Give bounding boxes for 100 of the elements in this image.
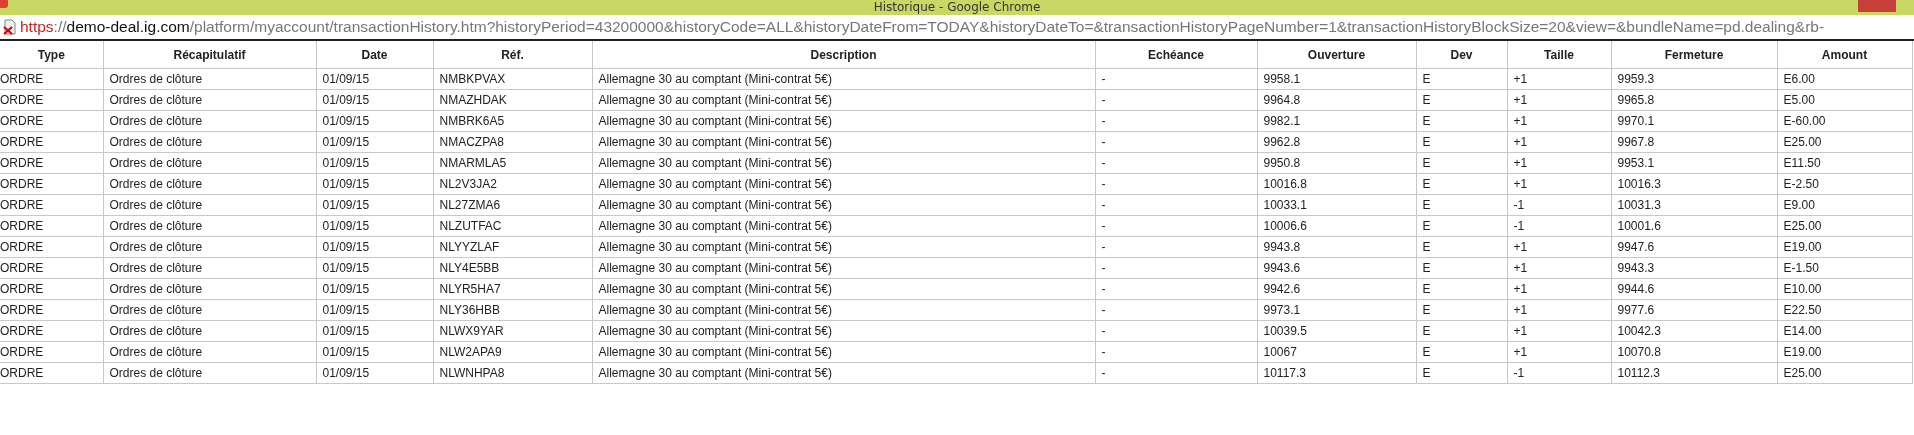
table-cell: NLYYZLAF: [433, 236, 592, 258]
table-cell: +1: [1507, 131, 1611, 153]
table-cell: E: [1416, 173, 1507, 195]
table-cell: E: [1416, 320, 1507, 342]
table-cell: E: [1416, 110, 1507, 132]
table-cell: Ordres de clôture: [103, 362, 316, 384]
table-cell: ORDRE: [0, 320, 103, 342]
column-header: Ouverture: [1257, 41, 1416, 69]
table-cell: +1: [1507, 278, 1611, 300]
table-cell: E-60.00: [1777, 110, 1912, 132]
table-cell: Ordres de clôture: [103, 299, 316, 321]
table-cell: 01/09/15: [316, 278, 433, 300]
table-cell: E: [1416, 257, 1507, 279]
table-cell: E: [1416, 68, 1507, 90]
table-cell: -: [1095, 194, 1257, 216]
table-cell: NMACZPA8: [433, 131, 592, 153]
table-cell: +1: [1507, 152, 1611, 174]
table-cell: Allemagne 30 au comptant (Mini-contrat 5€): [592, 236, 1095, 258]
table-cell: 10067: [1257, 341, 1416, 363]
table-cell: +1: [1507, 89, 1611, 111]
table-cell: Allemagne 30 au comptant (Mini-contrat 5€): [592, 320, 1095, 342]
table-cell: NL2V3JA2: [433, 173, 592, 195]
column-header: Taille: [1507, 41, 1611, 69]
table-cell: E: [1416, 341, 1507, 363]
table-cell: 01/09/15: [316, 299, 433, 321]
table-cell: 01/09/15: [316, 320, 433, 342]
app-icon: [0, 0, 8, 8]
table-cell: ORDRE: [0, 341, 103, 363]
table-cell: ORDRE: [0, 257, 103, 279]
table-cell: -: [1095, 257, 1257, 279]
table-cell: E: [1416, 131, 1507, 153]
table-cell: +1: [1507, 299, 1611, 321]
table-cell: -: [1095, 362, 1257, 384]
table-cell: NLYR5HA7: [433, 278, 592, 300]
table-cell: 9970.1: [1611, 110, 1777, 132]
table-cell: NLZUTFAC: [433, 215, 592, 237]
table-cell: 10001.6: [1611, 215, 1777, 237]
table-cell: E25.00: [1777, 215, 1912, 237]
table-cell: 9982.1: [1257, 110, 1416, 132]
table-cell: 9950.8: [1257, 152, 1416, 174]
column-header: Type: [0, 41, 103, 69]
table-cell: Allemagne 30 au comptant (Mini-contrat 5€): [592, 89, 1095, 111]
table-cell: Ordres de clôture: [103, 257, 316, 279]
table-cell: -: [1095, 278, 1257, 300]
table-cell: E: [1416, 89, 1507, 111]
table-cell: E: [1416, 362, 1507, 384]
column-header: Amount: [1777, 41, 1912, 69]
table-cell: 01/09/15: [316, 341, 433, 363]
table-cell: -: [1095, 131, 1257, 153]
table-cell: 9943.8: [1257, 236, 1416, 258]
table-cell: Allemagne 30 au comptant (Mini-contrat 5€): [592, 173, 1095, 195]
table-cell: 9977.6: [1611, 299, 1777, 321]
table-cell: E-1.50: [1777, 257, 1912, 279]
table-cell: 10033.1: [1257, 194, 1416, 216]
table-cell: Allemagne 30 au comptant (Mini-contrat 5€): [592, 131, 1095, 153]
table-cell: +1: [1507, 236, 1611, 258]
table-cell: E-2.50: [1777, 173, 1912, 195]
table-cell: NLY36HBB: [433, 299, 592, 321]
table-cell: Ordres de clôture: [103, 173, 316, 195]
column-header: Récapitulatif: [103, 41, 316, 69]
table-cell: Ordres de clôture: [103, 131, 316, 153]
table-cell: Ordres de clôture: [103, 320, 316, 342]
table-cell: ORDRE: [0, 362, 103, 384]
table-cell: -: [1095, 68, 1257, 90]
table-cell: 01/09/15: [316, 68, 433, 90]
table-cell: E6.00: [1777, 68, 1912, 90]
table-cell: Allemagne 30 au comptant (Mini-contrat 5€): [592, 194, 1095, 216]
table-cell: NLWX9YAR: [433, 320, 592, 342]
table-cell: 10016.8: [1257, 173, 1416, 195]
table-cell: 9965.8: [1611, 89, 1777, 111]
table-cell: 01/09/15: [316, 173, 433, 195]
table-cell: +1: [1507, 68, 1611, 90]
table-cell: 9973.1: [1257, 299, 1416, 321]
table-cell: 9942.6: [1257, 278, 1416, 300]
table-cell: ORDRE: [0, 278, 103, 300]
table-cell: Ordres de clôture: [103, 215, 316, 237]
table-cell: ORDRE: [0, 215, 103, 237]
table-cell: ORDRE: [0, 194, 103, 216]
table-cell: ORDRE: [0, 110, 103, 132]
table-cell: NLW2APA9: [433, 341, 592, 363]
table-cell: 10006.6: [1257, 215, 1416, 237]
window-title: Historique - Google Chrome: [873, 0, 1041, 15]
table-cell: ORDRE: [0, 89, 103, 111]
table-cell: 10039.5: [1257, 320, 1416, 342]
table-cell: 01/09/15: [316, 194, 433, 216]
table-cell: ORDRE: [0, 236, 103, 258]
table-cell: E10.00: [1777, 278, 1912, 300]
table-cell: E: [1416, 278, 1507, 300]
table-cell: E9.00: [1777, 194, 1912, 216]
table-cell: -: [1095, 320, 1257, 342]
table-cell: -: [1095, 110, 1257, 132]
column-header: Date: [316, 41, 433, 69]
table-cell: Allemagne 30 au comptant (Mini-contrat 5€): [592, 110, 1095, 132]
table-cell: E: [1416, 194, 1507, 216]
table-cell: Allemagne 30 au comptant (Mini-contrat 5€): [592, 257, 1095, 279]
table-cell: Allemagne 30 au comptant (Mini-contrat 5€): [592, 341, 1095, 363]
table-cell: 9959.3: [1611, 68, 1777, 90]
table-cell: 01/09/15: [316, 215, 433, 237]
table-cell: -: [1095, 299, 1257, 321]
table-cell: Ordres de clôture: [103, 110, 316, 132]
